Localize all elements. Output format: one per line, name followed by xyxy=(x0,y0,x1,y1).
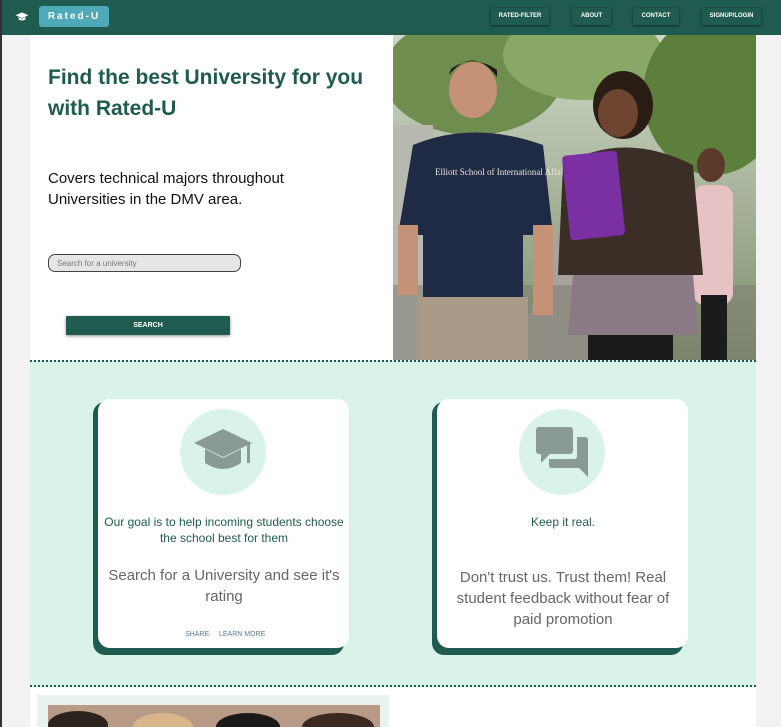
brand-logo[interactable]: Rated-U xyxy=(39,6,109,27)
card-heading: Keep it real. xyxy=(530,515,596,529)
icon-circle xyxy=(180,409,266,495)
hero-subtitle: Covers technical majors throughout Unive… xyxy=(48,170,284,208)
hero-photo: Elliott School of International Affairs xyxy=(393,35,756,360)
card-heading: Our goal is to help incoming students ch… xyxy=(104,515,344,545)
nav-signup-login[interactable]: SIGNUP/LOGIN xyxy=(702,8,761,25)
share-link[interactable]: SHARE xyxy=(185,631,209,638)
nav-rated-filter[interactable]: RATED-FILTER xyxy=(491,8,549,25)
students-group-photo xyxy=(48,705,380,727)
shirt-print-text: Elliott School of International Affairs xyxy=(435,167,570,177)
students-group-image xyxy=(48,705,380,727)
search-button[interactable]: SEARCH xyxy=(66,316,230,335)
graduation-cap-icon xyxy=(194,429,252,469)
icon-circle xyxy=(519,409,605,495)
graduation-cap-icon[interactable] xyxy=(15,11,29,23)
nav-about[interactable]: ABOUT xyxy=(572,8,611,25)
learn-more-link[interactable]: LEARN MORE xyxy=(219,631,265,638)
card-body: Don't trust us. Trust them! Real student… xyxy=(456,569,670,628)
card-body: Search for a University and see it's rat… xyxy=(108,567,340,605)
nav-contact[interactable]: CONTACT xyxy=(633,8,679,25)
feature-card-keep-it-real: Keep it real. Don't trust us. Trust them… xyxy=(437,399,688,648)
window-edge xyxy=(0,0,2,727)
students-walking-image: Elliott School of International Affairs xyxy=(393,35,756,360)
university-search-input[interactable] xyxy=(48,254,241,272)
navbar: Rated-U RATED-FILTER ABOUT CONTACT SIGNU… xyxy=(2,0,781,35)
hero-title: Find the best University for you with Ra… xyxy=(48,66,364,120)
feature-card-goal: Our goal is to help incoming students ch… xyxy=(98,399,349,648)
chat-bubbles-icon xyxy=(536,427,588,477)
